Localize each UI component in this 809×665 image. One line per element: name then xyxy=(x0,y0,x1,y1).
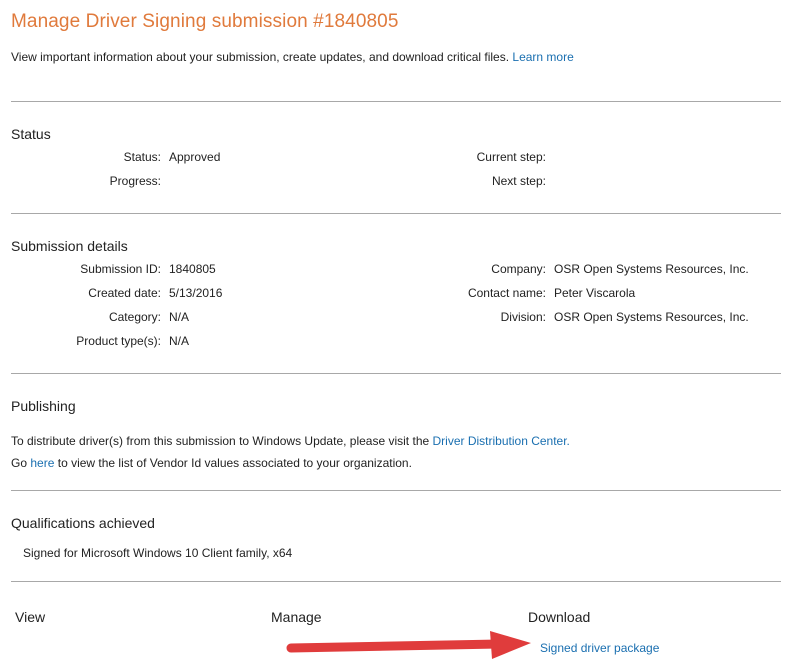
created-date-value: 5/13/2016 xyxy=(169,286,223,300)
created-date-row: Created date: xyxy=(11,286,161,302)
status-label: Status: xyxy=(123,150,161,164)
company-label: Company: xyxy=(491,262,546,276)
status-value: Approved xyxy=(169,150,221,164)
category-label: Category: xyxy=(108,310,161,324)
qualification-item: Signed for Microsoft Windows 10 Client f… xyxy=(23,546,293,560)
signed-driver-package-link[interactable]: Signed driver package xyxy=(540,641,659,655)
vendor-id-here-link[interactable]: here xyxy=(30,456,54,470)
next-step-row: Next step: xyxy=(400,174,546,190)
progress-label: Progress: xyxy=(109,174,161,188)
divider xyxy=(11,581,781,582)
category-row: Category: xyxy=(11,310,161,326)
driver-distribution-center-link[interactable]: Driver Distribution Center. xyxy=(433,434,570,448)
view-column-heading: View xyxy=(15,609,46,625)
current-step-row: Current step: xyxy=(400,150,546,166)
submission-id-value: 1840805 xyxy=(169,262,216,276)
product-type-label: Product type(s): xyxy=(76,334,161,348)
page-title: Manage Driver Signing submission #184080… xyxy=(11,11,399,32)
manage-column-heading: Manage xyxy=(271,609,322,625)
page-intro: View important information about your su… xyxy=(11,50,574,64)
divider xyxy=(11,101,781,102)
next-step-label: Next step: xyxy=(491,174,546,188)
divider xyxy=(11,490,781,491)
divider xyxy=(11,373,781,374)
product-type-row: Product type(s): xyxy=(11,334,161,350)
publishing-line-1: To distribute driver(s) from this submis… xyxy=(11,434,570,448)
division-label: Division: xyxy=(500,310,546,324)
red-arrow-icon xyxy=(286,631,531,659)
publishing-line-1-text: To distribute driver(s) from this submis… xyxy=(11,434,430,448)
publishing-heading: Publishing xyxy=(11,398,76,414)
qualifications-heading: Qualifications achieved xyxy=(11,515,155,531)
submission-id-row: Submission ID: xyxy=(11,262,161,278)
publishing-line-2-pre: Go xyxy=(11,456,28,470)
status-heading: Status xyxy=(11,126,51,142)
contact-name-value: Peter Viscarola xyxy=(554,286,636,300)
created-date-label: Created date: xyxy=(88,286,161,300)
contact-name-row: Contact name: xyxy=(400,286,546,302)
contact-name-label: Contact name: xyxy=(467,286,546,300)
details-heading: Submission details xyxy=(11,238,128,254)
intro-text: View important information about your su… xyxy=(11,50,510,64)
company-row: Company: xyxy=(400,262,546,278)
publishing-line-2-post: to view the list of Vendor Id values ass… xyxy=(57,456,412,470)
submission-id-label: Submission ID: xyxy=(80,262,161,276)
category-value: N/A xyxy=(169,310,190,324)
publishing-line-2: Go here to view the list of Vendor Id va… xyxy=(11,456,412,470)
divider xyxy=(11,213,781,214)
status-row: Status: xyxy=(11,150,161,166)
learn-more-link[interactable]: Learn more xyxy=(512,50,573,64)
download-column-heading: Download xyxy=(528,609,591,625)
product-type-value: N/A xyxy=(169,334,190,348)
division-value: OSR Open Systems Resources, Inc. xyxy=(554,310,749,324)
progress-row: Progress: xyxy=(11,174,161,190)
division-row: Division: xyxy=(400,310,546,326)
company-value: OSR Open Systems Resources, Inc. xyxy=(554,262,749,276)
current-step-label: Current step: xyxy=(476,150,546,164)
